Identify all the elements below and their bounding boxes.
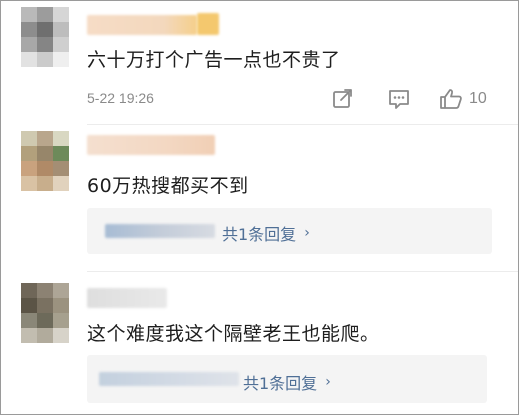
comment-list: 六十万打个广告一点也不贵了 5-22 19:26 10 60万热搜都买不到 共1…: [0, 0, 519, 415]
comment-icon: [389, 90, 409, 109]
username-blurred[interactable]: [87, 288, 167, 308]
divider: [87, 124, 518, 125]
reply-count-label: 共1条回复: [243, 374, 318, 393]
username-blurred[interactable]: [87, 15, 197, 35]
reply-preview[interactable]: 共1条回复 ›: [87, 208, 492, 254]
avatar[interactable]: [21, 131, 69, 191]
reply-user-blurred: [99, 372, 239, 386]
divider: [87, 271, 518, 272]
chevron-right-icon: ›: [304, 225, 310, 241]
avatar[interactable]: [21, 283, 69, 343]
avatar[interactable]: [21, 7, 69, 67]
chevron-right-icon: ›: [325, 374, 331, 390]
badge-blurred: [197, 13, 219, 35]
reply-button[interactable]: [387, 87, 411, 111]
comment-text: 这个难度我这个隔壁老王也能爬。: [87, 323, 380, 345]
comment-text: 六十万打个广告一点也不贵了: [87, 49, 341, 71]
username-blurred[interactable]: [87, 135, 215, 155]
like-button[interactable]: 10: [439, 87, 487, 111]
comment-text: 60万热搜都买不到: [87, 175, 249, 197]
comment-timestamp: 5-22 19:26: [87, 90, 154, 106]
view-replies-link[interactable]: 共1条回复 ›: [243, 370, 331, 394]
like-count: 10: [469, 90, 487, 107]
view-replies-link[interactable]: 共1条回复 ›: [222, 221, 310, 245]
reply-user-blurred: [105, 224, 215, 238]
share-button[interactable]: [332, 87, 354, 111]
comment-meta: 5-22 19:26 10: [87, 87, 497, 111]
like-icon: [440, 89, 462, 109]
reply-preview[interactable]: 共1条回复 ›: [87, 355, 487, 403]
reply-count-label: 共1条回复: [222, 225, 297, 244]
share-icon: [333, 89, 352, 108]
